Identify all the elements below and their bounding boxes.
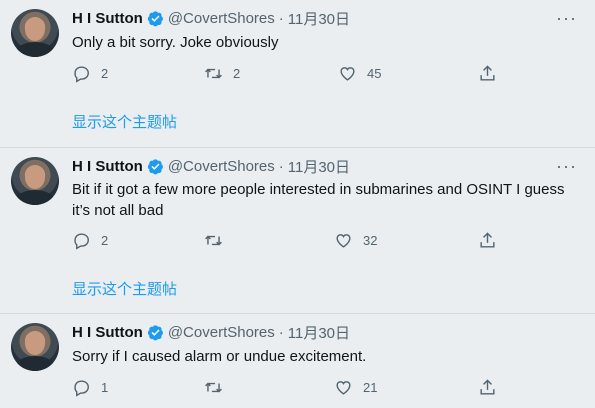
avatar[interactable] xyxy=(11,323,59,371)
like-button[interactable]: 21 xyxy=(334,378,377,397)
retweet-button[interactable] xyxy=(204,378,233,397)
reply-icon xyxy=(74,380,89,397)
tweet-header: H I Sutton @CovertShores · 11月30日 xyxy=(72,156,350,176)
reply-count: 2 xyxy=(101,233,109,248)
avatar-shoulders xyxy=(15,356,55,371)
author-handle[interactable]: @CovertShores xyxy=(168,158,275,175)
tweet-date[interactable]: 11月30日 xyxy=(288,156,350,177)
avatar-face xyxy=(25,17,45,41)
retweet-icon xyxy=(205,235,222,246)
like-count: 45 xyxy=(367,66,382,81)
retweet-icon xyxy=(205,68,222,79)
avatar-shoulders xyxy=(15,42,55,57)
author-name[interactable]: H I Sutton xyxy=(72,10,143,27)
share-icon xyxy=(480,232,495,248)
share-button[interactable] xyxy=(478,378,497,397)
like-button[interactable]: 45 xyxy=(338,64,381,83)
author-name[interactable]: H I Sutton xyxy=(72,158,143,175)
heart-icon xyxy=(336,381,351,395)
show-thread-link[interactable]: 显示这个主题帖 xyxy=(72,111,177,132)
author-handle[interactable]: @CovertShores xyxy=(168,324,275,341)
tweet-date[interactable]: 11月30日 xyxy=(288,322,350,343)
reply-button[interactable]: 2 xyxy=(72,231,108,250)
tweet-text: Bit if it got a few more people interest… xyxy=(72,181,565,219)
retweet-button[interactable] xyxy=(204,231,233,250)
reply-button[interactable]: 1 xyxy=(72,378,108,397)
author-name[interactable]: H I Sutton xyxy=(72,324,143,341)
header-separator: · xyxy=(278,9,284,27)
tweet-header: H I Sutton @CovertShores · 11月30日 xyxy=(72,322,350,342)
reply-count: 2 xyxy=(101,66,109,81)
reply-button[interactable]: 2 xyxy=(72,64,108,83)
avatar-shoulders xyxy=(15,190,55,205)
heart-icon xyxy=(340,67,355,81)
reply-icon xyxy=(74,233,89,250)
header-separator: · xyxy=(278,157,284,175)
reply-count: 1 xyxy=(101,380,109,395)
retweet-button[interactable]: 2 xyxy=(204,64,240,83)
retweet-count: 2 xyxy=(233,66,241,81)
avatar[interactable] xyxy=(11,9,59,57)
share-button[interactable] xyxy=(478,64,497,83)
avatar[interactable] xyxy=(11,157,59,205)
tweet-header: H I Sutton @CovertShores · 11月30日 xyxy=(72,8,350,28)
more-icon[interactable]: ··· xyxy=(556,157,577,175)
more-icon[interactable]: ··· xyxy=(556,9,577,27)
verified-badge-icon xyxy=(147,324,163,340)
retweet-icon xyxy=(205,382,222,393)
share-icon xyxy=(480,65,495,81)
tweet-date[interactable]: 11月30日 xyxy=(288,8,350,29)
reply-icon xyxy=(74,66,89,83)
tweet-text: Only a bit sorry. Joke obviously xyxy=(72,34,279,51)
heart-icon xyxy=(336,234,351,248)
avatar-face xyxy=(25,331,45,355)
tweet-divider xyxy=(0,313,595,314)
verified-badge-icon xyxy=(147,158,163,174)
like-count: 32 xyxy=(363,233,378,248)
tweet-text: Sorry if I caused alarm or undue excitem… xyxy=(72,348,367,365)
tweet-divider xyxy=(0,147,595,148)
share-button[interactable] xyxy=(478,231,497,250)
verified-badge-icon xyxy=(147,10,163,26)
share-icon xyxy=(480,379,495,395)
header-separator: · xyxy=(278,323,284,341)
like-button[interactable]: 32 xyxy=(334,231,377,250)
avatar-face xyxy=(25,165,45,189)
show-thread-link[interactable]: 显示这个主题帖 xyxy=(72,278,177,299)
author-handle[interactable]: @CovertShores xyxy=(168,10,275,27)
like-count: 21 xyxy=(363,380,378,395)
